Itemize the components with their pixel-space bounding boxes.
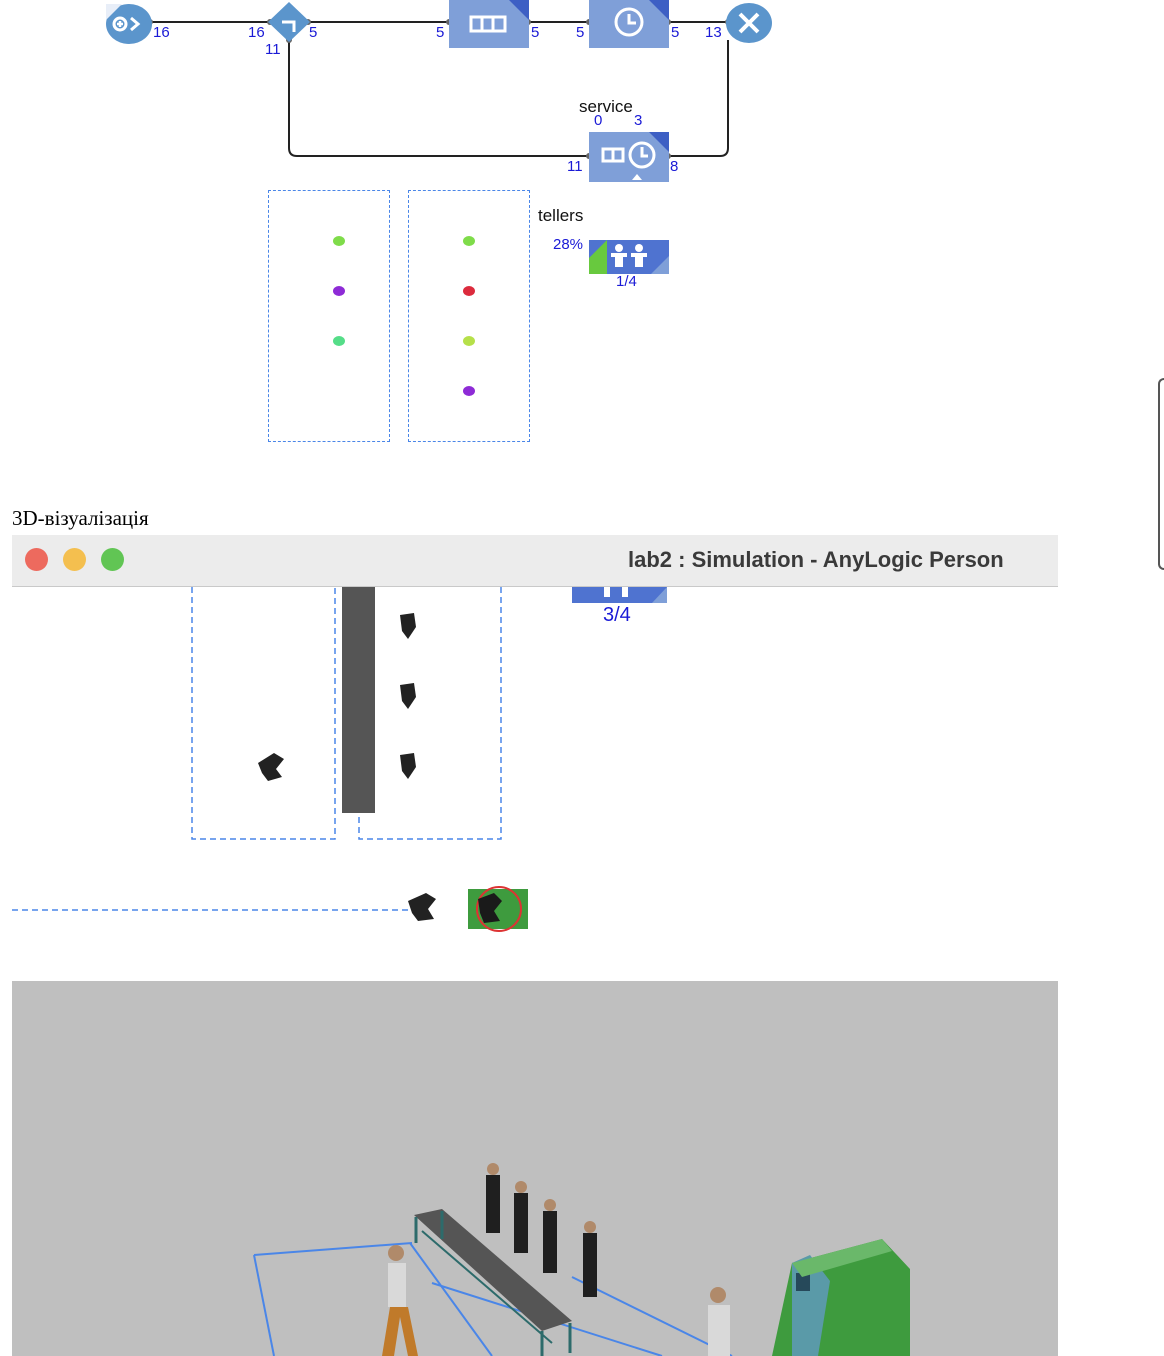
- tellers-label: tellers: [538, 206, 584, 225]
- tellers-usage: 1/4: [616, 273, 637, 290]
- customer-3d: [708, 1287, 730, 1356]
- animation-3d-view[interactable]: [12, 981, 1058, 1356]
- simulation-window: lab2 : Simulation - AnyLogic Person 3/4: [12, 535, 1058, 1356]
- agent-dot: [333, 286, 345, 296]
- agent-dot: [333, 236, 345, 246]
- window-titlebar: lab2 : Simulation - AnyLogic Person: [12, 535, 1058, 587]
- close-icon: [726, 3, 772, 43]
- select-in-count: 16: [248, 24, 265, 41]
- delay-icon: [589, 0, 669, 48]
- delay-in-count: 5: [576, 24, 585, 41]
- queue-zone-right: [408, 190, 530, 442]
- source-icon: [106, 4, 152, 44]
- queue-icon: [449, 0, 529, 48]
- animation-2d-view[interactable]: [12, 587, 1058, 981]
- tellers-utilization: 28%: [553, 236, 584, 253]
- select-true-count: 5: [309, 24, 318, 41]
- queue-zone-left: [268, 190, 390, 442]
- source-out-count: 16: [153, 24, 170, 41]
- customer-3d: [382, 1245, 418, 1356]
- service-label: service: [579, 97, 633, 116]
- service-icon: [589, 132, 669, 182]
- agent-dot: [463, 386, 475, 396]
- atm-icon: [468, 886, 528, 932]
- agent-dot: [463, 336, 475, 346]
- window-title: lab2 : Simulation - AnyLogic Person: [628, 547, 1004, 572]
- close-window-button[interactable]: [25, 548, 48, 571]
- delay-out-count: 5: [671, 24, 680, 41]
- service-queue-count: 0: [594, 112, 603, 129]
- tellers-usage-2d: 3/4: [603, 604, 631, 626]
- agent-dot: [333, 336, 345, 346]
- service-capacity: 3: [634, 112, 643, 129]
- section-caption: 3D-візуалізація: [12, 506, 149, 530]
- minimize-window-button[interactable]: [63, 548, 86, 571]
- agent-dot: [463, 286, 475, 296]
- queue-out-count: 5: [531, 24, 540, 41]
- service-out-count: 8: [670, 158, 679, 175]
- sink-in-count: 13: [705, 24, 722, 41]
- select-output-icon: [268, 2, 310, 42]
- service-in-count: 11: [567, 158, 583, 175]
- resource-pool-icon: [589, 240, 669, 274]
- zoom-window-button[interactable]: [101, 548, 124, 571]
- select-false-count: 11: [265, 41, 281, 58]
- queue-in-count: 5: [436, 24, 445, 41]
- scene-3d: [253, 1163, 910, 1356]
- agent-dot: [463, 236, 475, 246]
- atm-3d: [772, 1239, 910, 1356]
- scrollbar-edge[interactable]: [1158, 378, 1164, 570]
- resource-pool-icon: [572, 587, 667, 603]
